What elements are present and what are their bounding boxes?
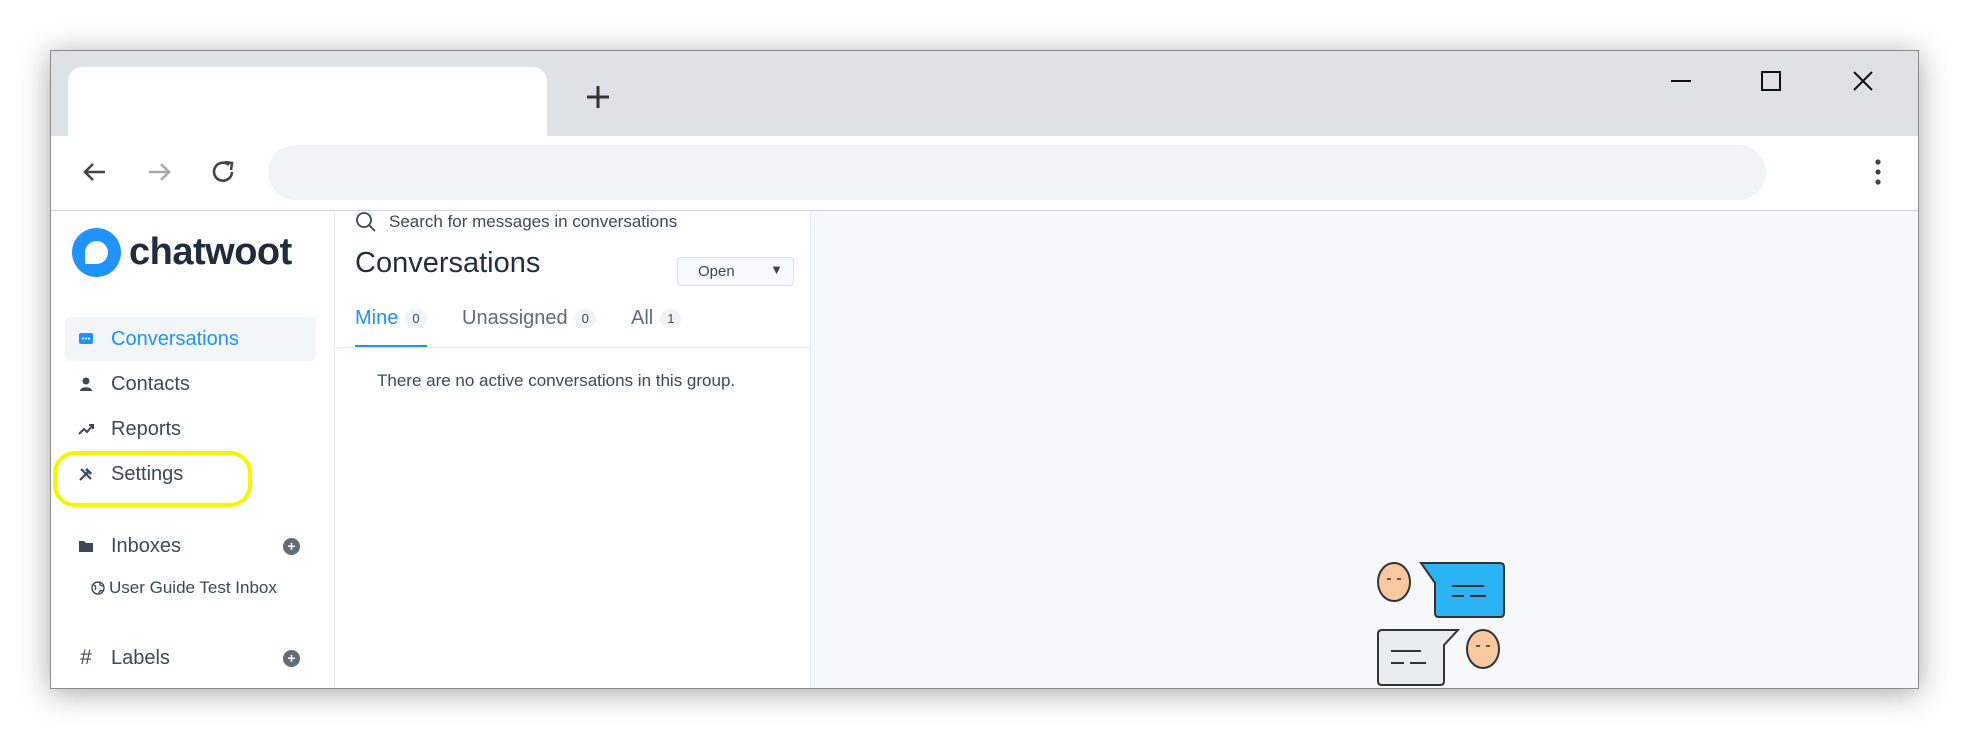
browser-tabstrip [51, 51, 1918, 136]
sidebar: chatwoot Conversations Contacts Reports [51, 211, 335, 688]
forward-arrow-icon[interactable] [139, 152, 179, 192]
globe-icon [91, 581, 105, 595]
sidebar-item-contacts[interactable]: Contacts [65, 362, 316, 406]
chat-people-illustration [1377, 562, 1505, 686]
chat-bubble-icon [77, 330, 95, 348]
status-filter-select[interactable]: Open ▼ [677, 257, 794, 286]
caret-down-icon: ▼ [770, 262, 783, 277]
section-label: Inboxes [111, 534, 182, 557]
sidebar-item-conversations[interactable]: Conversations [65, 317, 316, 361]
tab-label: Mine [355, 307, 399, 329]
brand-name: chatwoot [129, 231, 292, 273]
folder-icon [77, 538, 95, 554]
section-label: Labels [111, 646, 170, 669]
tab-label: Unassigned [462, 307, 568, 329]
inbox-item-label: User Guide Test Inbox [109, 578, 277, 597]
tab-count-badge: 0 [405, 309, 427, 328]
tab-count-badge: 0 [574, 309, 596, 328]
minimize-icon[interactable] [1653, 61, 1709, 101]
inbox-item-user-guide-test[interactable]: User Guide Test Inbox [91, 578, 277, 598]
back-arrow-icon[interactable] [75, 152, 115, 192]
browser-window: chatwoot Conversations Contacts Reports [50, 50, 1919, 689]
chatwoot-logo-icon [72, 228, 121, 277]
hash-icon: # [80, 646, 92, 669]
sidebar-item-label: Conversations [111, 327, 239, 350]
empty-state-message: There are no active conversations in thi… [377, 371, 736, 390]
tab-all[interactable]: All 1 [631, 307, 682, 347]
tab-count-badge: 1 [660, 309, 682, 328]
brand-logo[interactable]: chatwoot [72, 228, 292, 277]
sidebar-section-labels[interactable]: # Labels + [65, 638, 316, 678]
search-icon [356, 212, 376, 232]
conversation-tabs: Mine 0 Unassigned 0 All 1 [335, 307, 810, 348]
maximize-icon[interactable] [1743, 61, 1799, 101]
browser-tab[interactable] [68, 67, 547, 136]
sidebar-section-inboxes[interactable]: Inboxes + [65, 526, 316, 566]
tab-label: All [631, 307, 654, 329]
tab-unassigned[interactable]: Unassigned 0 [462, 307, 596, 347]
address-bar[interactable] [268, 145, 1766, 200]
reload-icon[interactable] [203, 152, 243, 192]
plus-icon[interactable] [574, 73, 622, 121]
tab-mine[interactable]: Mine 0 [355, 307, 427, 347]
kebab-menu-icon[interactable] [1870, 152, 1886, 192]
add-circle-icon[interactable]: + [283, 537, 300, 555]
sidebar-item-label: Reports [111, 417, 182, 440]
sidebar-item-reports[interactable]: Reports [65, 407, 316, 451]
trend-chart-icon [77, 420, 95, 438]
search-placeholder: Search for messages in conversations [389, 212, 678, 231]
conversation-list-panel: Search for messages in conversations Con… [335, 211, 811, 688]
browser-toolbar [51, 136, 1918, 211]
status-filter-value: Open [698, 263, 735, 280]
settings-highlight-annotation [53, 451, 252, 507]
close-icon[interactable] [1835, 61, 1891, 101]
conversation-search[interactable]: Search for messages in conversations [355, 211, 677, 233]
person-icon [77, 375, 95, 393]
add-circle-icon[interactable]: + [283, 649, 300, 667]
sidebar-item-label: Contacts [111, 372, 190, 395]
chatwoot-app: chatwoot Conversations Contacts Reports [51, 211, 1918, 688]
conversation-detail-pane [811, 211, 1918, 688]
page-title: Conversations [355, 247, 541, 279]
